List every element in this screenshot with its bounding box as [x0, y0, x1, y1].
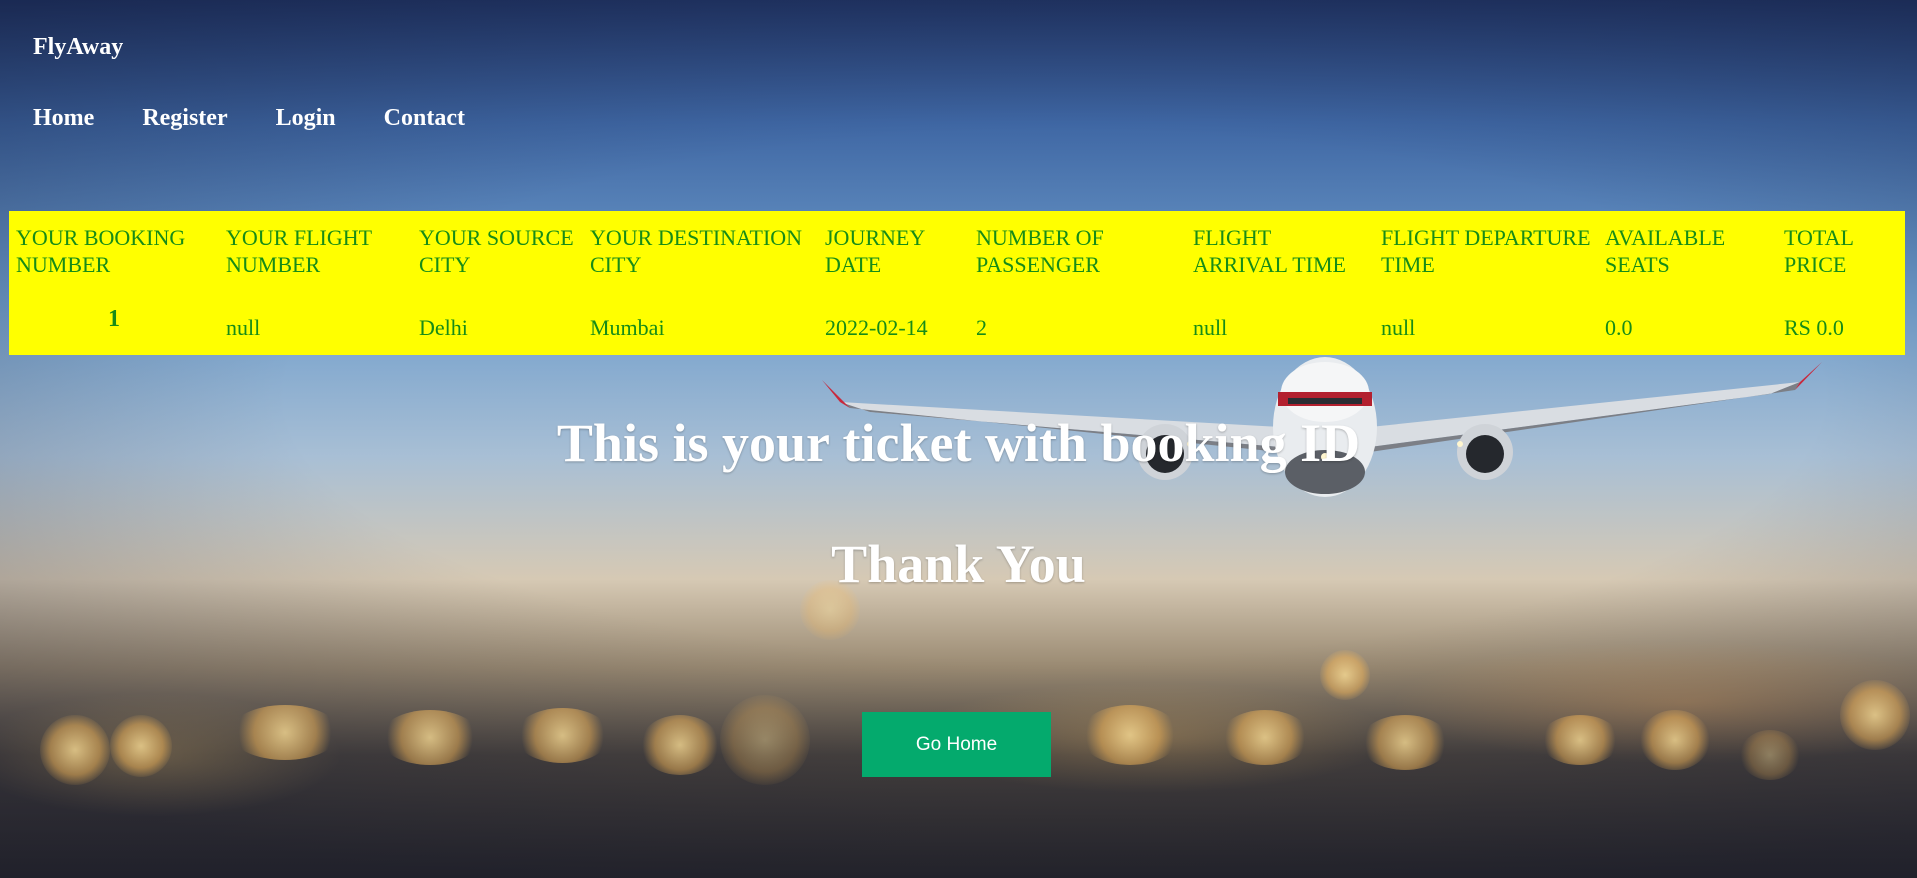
nav-contact-link[interactable]: Contact	[384, 105, 465, 132]
bokeh-light	[720, 695, 810, 785]
bokeh-light	[1320, 650, 1370, 700]
value-flight-arrival-time: null	[1193, 314, 1228, 340]
header-flight-arrival-time: FLIGHT ARRIVAL TIME	[1193, 225, 1346, 277]
header-flight-number: YOUR FLIGHT NUMBER	[226, 225, 372, 277]
bokeh-light	[1840, 680, 1910, 750]
bokeh-light	[1080, 705, 1180, 765]
header-number-of-passenger: NUMBER OF PASSENGER	[976, 225, 1104, 277]
value-flight-departure-time: null	[1381, 314, 1416, 340]
go-home-button[interactable]: Go Home	[862, 712, 1051, 777]
main-nav: Home Register Login Contact	[33, 105, 465, 132]
bokeh-light	[1360, 715, 1450, 770]
thank-you-heading: Thank You	[831, 534, 1086, 594]
header-flight-departure-time: FLIGHT DEPARTURE TIME	[1381, 225, 1591, 277]
value-total-price: RS 0.0	[1784, 314, 1844, 340]
brand-logo-text: FlyAway	[33, 34, 124, 60]
ticket-table-panel: YOUR BOOKING NUMBER YOUR FLIGHT NUMBER Y…	[9, 211, 1905, 355]
bokeh-light	[40, 715, 110, 785]
nav-register-link[interactable]: Register	[142, 105, 227, 132]
bokeh-light	[640, 715, 720, 775]
value-booking-number: 1	[108, 305, 120, 332]
nav-home-link[interactable]: Home	[33, 105, 94, 132]
ticket-table: YOUR BOOKING NUMBER YOUR FLIGHT NUMBER Y…	[9, 211, 1905, 355]
header-destination-city: YOUR DESTINATION CITY	[590, 225, 803, 277]
bokeh-light	[515, 708, 610, 763]
value-destination-city: Mumbai	[590, 314, 665, 340]
nav-login-link[interactable]: Login	[276, 105, 336, 132]
value-journey-date: 2022-02-14	[825, 314, 928, 340]
bokeh-light	[380, 710, 480, 765]
header-available-seats: AVAILABLE SEATS	[1605, 225, 1726, 277]
header-total-price: TOTAL PRICE	[1784, 225, 1854, 277]
header-source-city: YOUR SOURCE CITY	[419, 225, 574, 277]
bokeh-light	[230, 705, 340, 760]
bokeh-light	[1640, 710, 1710, 770]
value-number-of-passenger: 2	[976, 314, 987, 340]
ticket-confirmation-heading: This is your ticket with booking ID	[556, 413, 1361, 473]
value-available-seats: 0.0	[1605, 314, 1633, 340]
value-source-city: Delhi	[419, 314, 468, 340]
bokeh-light	[1740, 730, 1800, 780]
bokeh-light	[110, 715, 172, 777]
header-booking-number: YOUR BOOKING NUMBER	[16, 225, 186, 277]
ticket-header-row: YOUR BOOKING NUMBER YOUR FLIGHT NUMBER Y…	[9, 211, 1905, 306]
bokeh-light	[1220, 710, 1310, 765]
header-journey-date: JOURNEY DATE	[825, 225, 925, 277]
value-flight-number: null	[226, 314, 261, 340]
bokeh-light	[1540, 715, 1620, 765]
ticket-data-row: 1 null Delhi Mumbai 2022-02-14 2 null nu…	[9, 306, 1905, 355]
